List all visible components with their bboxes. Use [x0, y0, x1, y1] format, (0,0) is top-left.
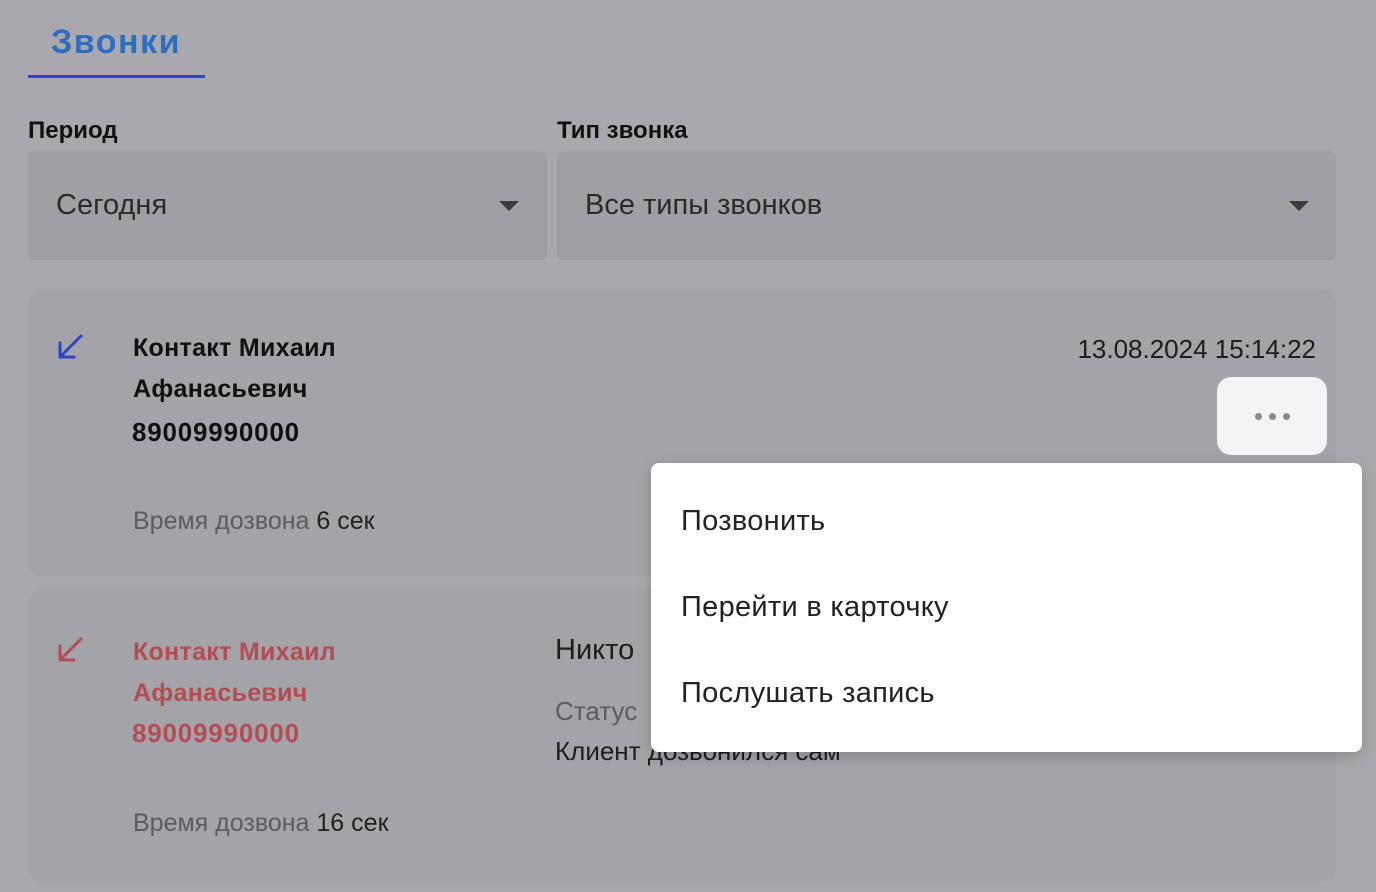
- wait-time: Время дозвона 6 сек: [133, 507, 375, 536]
- answered-by: Никто: [555, 634, 635, 666]
- wait-time-label: Время дозвона: [133, 507, 310, 535]
- incoming-call-arrow-icon: [58, 334, 83, 359]
- contact-name-line2: Афанасьевич: [133, 679, 308, 707]
- contact-name-line1: Контакт Михаил: [133, 638, 336, 666]
- contact-name-line1: Контакт Михаил: [133, 334, 336, 362]
- menu-item-call[interactable]: Позвонить: [681, 505, 825, 538]
- actions-menu: Позвонить Перейти в карточку Послушать з…: [651, 463, 1362, 752]
- contact-name[interactable]: Контакт Михаил Афанасьевич: [133, 632, 433, 714]
- contact-name-line2: Афанасьевич: [133, 375, 308, 403]
- menu-item-open-card[interactable]: Перейти в карточку: [681, 591, 949, 624]
- period-select-value: Сегодня: [56, 189, 168, 221]
- menu-item-listen-recording[interactable]: Послушать запись: [681, 677, 935, 710]
- period-select[interactable]: Сегодня: [28, 151, 547, 260]
- more-dot: [1268, 412, 1276, 420]
- more-dot: [1282, 412, 1290, 420]
- call-type-label: Тип звонка: [557, 117, 688, 144]
- wait-time-label: Время дозвона: [133, 809, 310, 837]
- call-datetime: 13.08.2024 15:14:22: [1077, 334, 1316, 364]
- tab-calls[interactable]: Звонки: [28, 18, 205, 78]
- wait-time-value: 16 сек: [316, 809, 389, 837]
- contact-name[interactable]: Контакт Михаил Афанасьевич: [133, 328, 433, 410]
- period-label: Период: [28, 117, 118, 144]
- phone-number[interactable]: 89009990000: [132, 718, 300, 749]
- call-type-select-value: Все типы звонков: [585, 189, 823, 221]
- chevron-down-icon: [499, 201, 519, 211]
- phone-number[interactable]: 89009990000: [132, 417, 300, 448]
- wait-time-value: 6 сек: [316, 507, 375, 535]
- status-label: Статус: [555, 696, 638, 726]
- tab-calls-label: Звонки: [51, 23, 181, 61]
- chevron-down-icon: [1289, 201, 1309, 211]
- missed-call-arrow-icon: [58, 637, 83, 662]
- more-actions-button[interactable]: [1217, 377, 1327, 455]
- call-type-select[interactable]: Все типы звонков: [557, 151, 1336, 260]
- more-dot: [1254, 412, 1262, 420]
- wait-time: Время дозвона 16 сек: [133, 809, 389, 838]
